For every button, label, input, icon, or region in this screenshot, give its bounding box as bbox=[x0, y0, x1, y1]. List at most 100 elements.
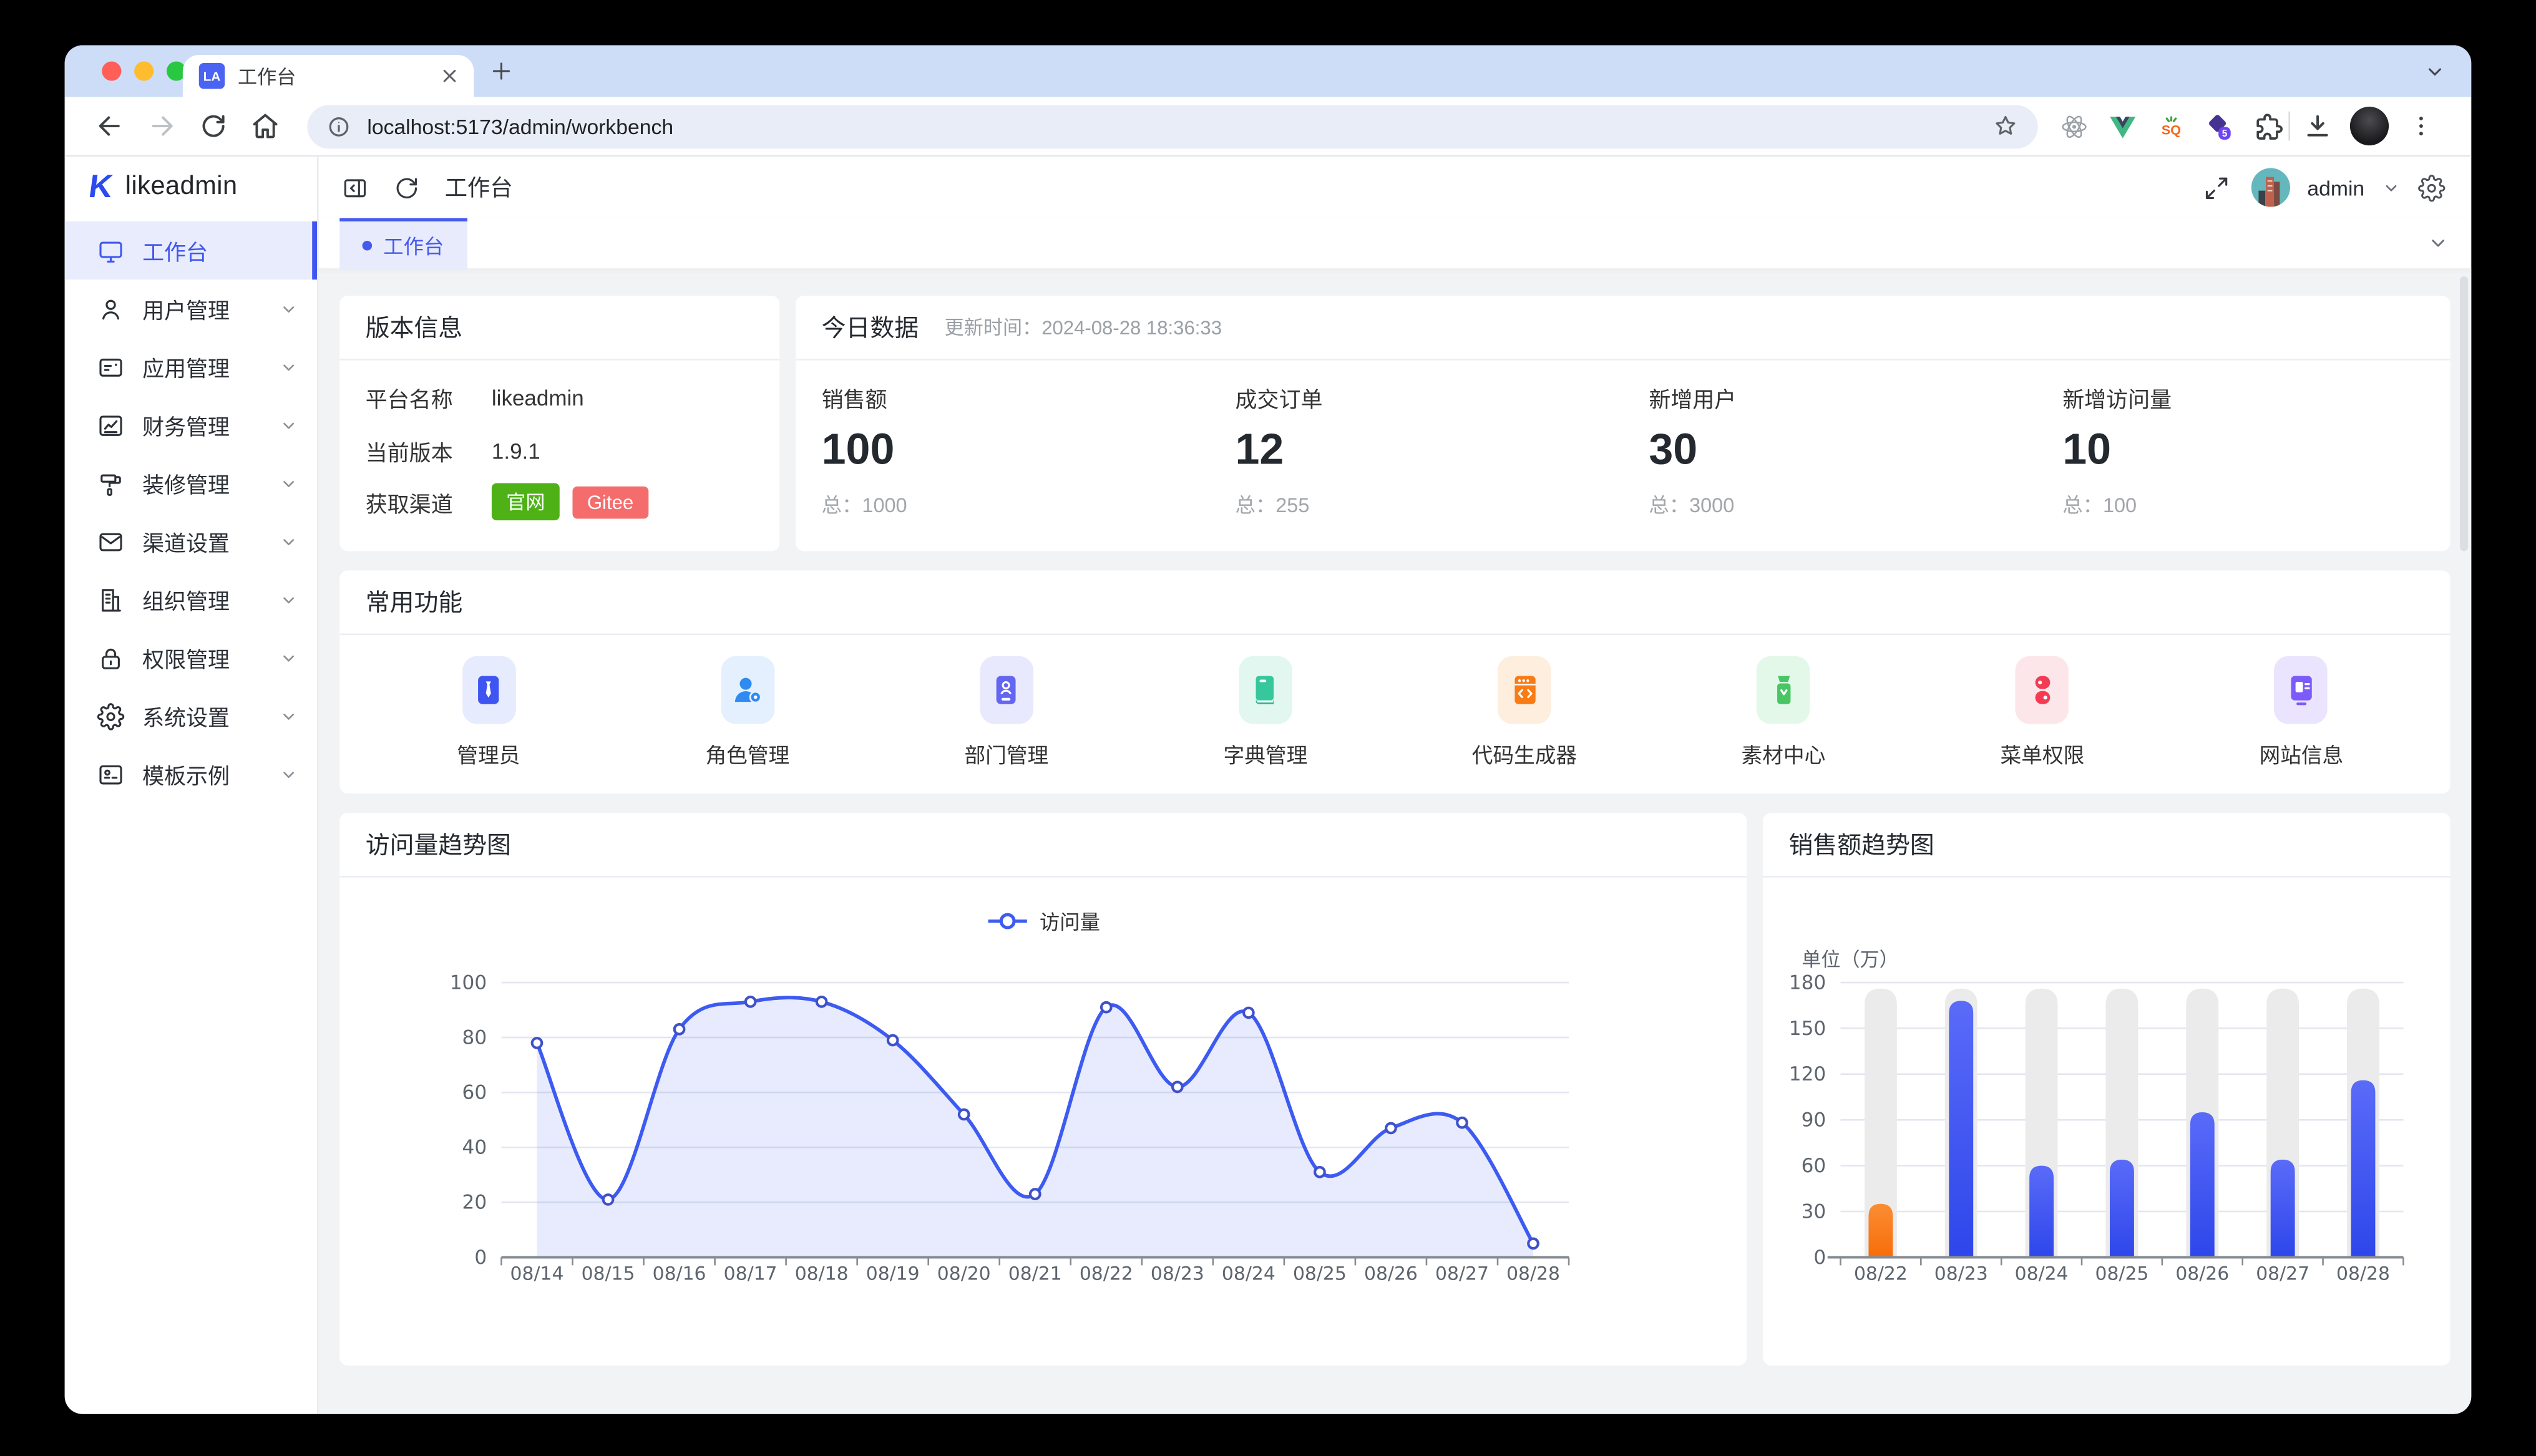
sidebar-item-label: 权限管理 bbox=[142, 641, 230, 674]
quick-item-2[interactable]: 部门管理 bbox=[877, 656, 1136, 769]
fullscreen-icon[interactable] bbox=[2202, 173, 2230, 201]
quick-item-4[interactable]: 代码生成器 bbox=[1395, 656, 1654, 769]
svg-text:08/26: 08/26 bbox=[2175, 1263, 2229, 1285]
sidebar-item-8[interactable]: 系统设置 bbox=[65, 687, 317, 745]
sidebar-item-2[interactable]: 应用管理 bbox=[65, 337, 317, 396]
sidebar-item-4[interactable]: 装修管理 bbox=[65, 454, 317, 512]
quick-item-3[interactable]: 字典管理 bbox=[1136, 656, 1395, 769]
svg-text:08/21: 08/21 bbox=[1008, 1263, 1062, 1285]
tab-title: 工作台 bbox=[238, 62, 438, 90]
quick-item-0[interactable]: 管理员 bbox=[359, 656, 618, 769]
legend-line-marker-icon bbox=[986, 911, 1028, 930]
svg-text:5: 5 bbox=[2222, 128, 2228, 138]
org-icon bbox=[97, 586, 125, 613]
settings-gear-icon[interactable] bbox=[2418, 173, 2446, 201]
user-avatar[interactable] bbox=[2251, 168, 2290, 206]
tab-close-icon[interactable] bbox=[438, 65, 461, 87]
sales-trend-card: 销售额趋势图 单位（万） 030609012015018008/2208/230… bbox=[1763, 813, 2451, 1366]
sidebar-item-7[interactable]: 权限管理 bbox=[65, 629, 317, 687]
reload-icon[interactable] bbox=[199, 112, 228, 141]
minimize-window-button[interactable] bbox=[134, 61, 154, 80]
svg-text:60: 60 bbox=[462, 1082, 487, 1104]
tags-chevron-icon[interactable] bbox=[2427, 233, 2449, 254]
app-logo[interactable]: K likeadmin bbox=[65, 157, 317, 218]
sidebar-item-0[interactable]: 工作台 bbox=[65, 221, 317, 279]
version-info-card: 版本信息 平台名称likeadmin当前版本1.9.1获取渠道官网Gitee bbox=[339, 296, 779, 551]
dept-manage-icon bbox=[980, 656, 1033, 724]
role-manage-icon bbox=[721, 656, 774, 724]
collapse-sidebar-icon[interactable] bbox=[341, 173, 369, 201]
tags-bar: 工作台 bbox=[319, 218, 2472, 270]
sidebar-item-label: 组织管理 bbox=[142, 583, 230, 616]
browser-tab[interactable]: LA 工作台 bbox=[183, 55, 474, 97]
sidebar-menu: 工作台用户管理应用管理财务管理装修管理渠道设置组织管理权限管理系统设置模板示例 bbox=[65, 218, 317, 803]
quick-item-label: 角色管理 bbox=[705, 739, 789, 769]
chevron-down-icon bbox=[280, 707, 298, 724]
forward-icon bbox=[147, 112, 177, 141]
home-icon[interactable] bbox=[251, 112, 280, 141]
browser-tabstrip: LA 工作台 bbox=[65, 46, 2472, 97]
channel-badge-1[interactable]: Gitee bbox=[573, 485, 648, 518]
tab-search-chevron-icon[interactable] bbox=[2424, 61, 2446, 82]
chevron-down-icon bbox=[280, 591, 298, 608]
sidebar-item-1[interactable]: 用户管理 bbox=[65, 279, 317, 337]
close-window-button[interactable] bbox=[102, 61, 121, 80]
dict-manage-icon bbox=[1239, 656, 1292, 724]
tag-0[interactable]: 工作台 bbox=[339, 217, 466, 269]
tag-active-dot bbox=[363, 240, 373, 250]
svg-text:120: 120 bbox=[1789, 1063, 1826, 1085]
svg-text:90: 90 bbox=[1802, 1109, 1826, 1132]
quick-item-label: 字典管理 bbox=[1223, 739, 1307, 769]
sidebar-item-label: 财务管理 bbox=[142, 409, 230, 441]
purple-badge-extension-icon[interactable]: 5 bbox=[2205, 110, 2235, 141]
quick-item-5[interactable]: 素材中心 bbox=[1654, 656, 1913, 769]
sidebar-item-9[interactable]: 模板示例 bbox=[65, 745, 317, 803]
site-info-icon[interactable] bbox=[327, 114, 351, 138]
vue-devtools-extension-icon[interactable] bbox=[2107, 110, 2138, 141]
back-icon[interactable] bbox=[95, 112, 125, 141]
refresh-page-icon[interactable] bbox=[393, 173, 421, 201]
new-tab-button[interactable] bbox=[490, 60, 512, 82]
sidebar-item-5[interactable]: 渠道设置 bbox=[65, 512, 317, 570]
stat-3: 新增访问量10总：100 bbox=[2037, 381, 2451, 518]
user-menu-chevron-icon[interactable] bbox=[2382, 178, 2401, 196]
quick-item-label: 素材中心 bbox=[1742, 739, 1826, 769]
svg-text:08/23: 08/23 bbox=[1151, 1263, 1204, 1285]
quick-functions-card: 常用功能 管理员角色管理部门管理字典管理代码生成器素材中心菜单权限网站信息 bbox=[339, 570, 2450, 793]
svg-text:08/17: 08/17 bbox=[724, 1263, 778, 1285]
svg-text:08/20: 08/20 bbox=[937, 1263, 991, 1285]
extensions-puzzle-icon[interactable] bbox=[2253, 110, 2283, 141]
quick-item-6[interactable]: 菜单权限 bbox=[1913, 656, 2172, 769]
address-bar[interactable]: localhost:5173/admin/workbench bbox=[307, 104, 2037, 148]
quick-item-1[interactable]: 角色管理 bbox=[618, 656, 877, 769]
sq-extension-icon[interactable]: SQ bbox=[2156, 110, 2187, 141]
scrollbar-thumb[interactable] bbox=[2460, 276, 2468, 551]
quick-item-7[interactable]: 网站信息 bbox=[2172, 656, 2431, 769]
sidebar-item-label: 用户管理 bbox=[142, 293, 230, 325]
svg-text:08/16: 08/16 bbox=[653, 1263, 706, 1285]
browser-menu-kebab-icon[interactable] bbox=[2408, 113, 2434, 138]
chevron-down-icon bbox=[280, 300, 298, 318]
line-chart-legend[interactable]: 访问量 bbox=[339, 905, 1747, 936]
bookmark-star-icon[interactable] bbox=[1992, 113, 2018, 138]
svg-text:08/22: 08/22 bbox=[1080, 1263, 1133, 1285]
url-text[interactable]: localhost:5173/admin/workbench bbox=[367, 114, 1992, 138]
breadcrumb: 工作台 bbox=[445, 172, 513, 204]
username-label[interactable]: admin bbox=[2307, 175, 2364, 200]
sidebar-item-label: 系统设置 bbox=[142, 700, 230, 732]
gear-icon bbox=[97, 702, 125, 730]
svg-text:08/28: 08/28 bbox=[1506, 1263, 1560, 1285]
channel-badge-0[interactable]: 官网 bbox=[492, 483, 560, 521]
browser-profile-avatar[interactable] bbox=[2350, 107, 2389, 145]
decorate-icon bbox=[97, 470, 125, 497]
react-devtools-extension-icon[interactable] bbox=[2059, 110, 2089, 141]
page-scrollbar[interactable] bbox=[2459, 276, 2470, 1401]
channel-row: 获取渠道官网Gitee bbox=[339, 483, 779, 521]
svg-text:08/18: 08/18 bbox=[795, 1263, 849, 1285]
sidebar-item-6[interactable]: 组织管理 bbox=[65, 570, 317, 628]
update-time-label: 更新时间：2024-08-28 18:36:33 bbox=[945, 314, 1222, 341]
monitor-icon bbox=[97, 237, 125, 265]
sidebar-item-3[interactable]: 财务管理 bbox=[65, 396, 317, 454]
downloads-icon[interactable] bbox=[2303, 112, 2333, 141]
mail-icon bbox=[97, 528, 125, 555]
